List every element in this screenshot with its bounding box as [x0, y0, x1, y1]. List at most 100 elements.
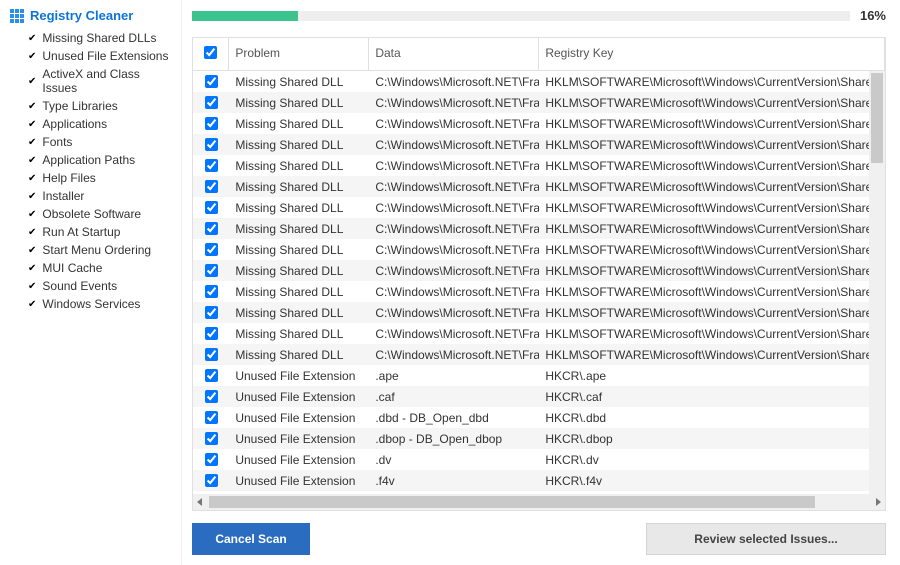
sidebar-item-label: Obsolete Software — [42, 207, 141, 221]
row-checkbox[interactable] — [205, 285, 218, 298]
cell-registry-key: HKLM\SOFTWARE\Microsoft\Windows\CurrentV… — [539, 222, 885, 236]
sidebar-item-label: Windows Services — [42, 297, 140, 311]
cell-problem: Unused File Extension — [229, 453, 369, 467]
cell-registry-key: HKLM\SOFTWARE\Microsoft\Windows\CurrentV… — [539, 306, 885, 320]
table-row[interactable]: Unused File Extension.dbd - DB_Open_dbdH… — [193, 407, 885, 428]
cell-problem: Unused File Extension — [229, 411, 369, 425]
check-icon: ✔ — [28, 191, 36, 202]
table-row[interactable]: Missing Shared DLLC:\Windows\Microsoft.N… — [193, 260, 885, 281]
horizontal-scrollbar[interactable] — [193, 494, 885, 510]
select-all-checkbox[interactable] — [204, 46, 217, 59]
registry-cleaner-icon — [10, 9, 24, 23]
sidebar-item[interactable]: ✔ Obsolete Software — [10, 205, 171, 223]
table-row[interactable]: Unused File Extension.cafHKCR\.caf — [193, 386, 885, 407]
row-checkbox[interactable] — [205, 159, 218, 172]
cell-data: C:\Windows\Microsoft.NET\Fra... — [369, 117, 539, 131]
table-row[interactable]: Missing Shared DLLC:\Windows\Microsoft.N… — [193, 71, 885, 92]
sidebar-item[interactable]: ✔Run At Startup — [10, 223, 171, 241]
table-row[interactable]: Missing Shared DLLC:\Windows\Microsoft.N… — [193, 218, 885, 239]
sidebar-item-label: Applications — [42, 117, 107, 131]
cell-registry-key: HKLM\SOFTWARE\Microsoft\Windows\CurrentV… — [539, 96, 885, 110]
sidebar-item[interactable]: ✔Missing Shared DLLs — [10, 29, 171, 47]
sidebar-item[interactable]: ✔Installer — [10, 187, 171, 205]
table-row[interactable]: Missing Shared DLLC:\Windows\Microsoft.N… — [193, 113, 885, 134]
sidebar-item[interactable]: ✔Type Libraries — [10, 97, 171, 115]
cell-data: C:\Windows\Microsoft.NET\Fra... — [369, 222, 539, 236]
header-data[interactable]: Data — [369, 38, 539, 70]
check-icon: ✔ — [28, 155, 36, 166]
table-row[interactable]: Missing Shared DLLC:\Windows\Microsoft.N… — [193, 176, 885, 197]
cell-problem: Unused File Extension — [229, 390, 369, 404]
sidebar-item[interactable]: ✔ Fonts — [10, 133, 171, 151]
vertical-scrollbar-thumb[interactable] — [871, 73, 883, 163]
table-row[interactable]: Missing Shared DLLC:\Windows\Microsoft.N… — [193, 197, 885, 218]
table-row[interactable]: Missing Shared DLLC:\Windows\Microsoft.N… — [193, 155, 885, 176]
row-checkbox[interactable] — [205, 222, 218, 235]
sidebar-item[interactable]: ✔Application Paths — [10, 151, 171, 169]
sidebar-item[interactable]: ✔Unused File Extensions — [10, 47, 171, 65]
sidebar-item-label: MUI Cache — [42, 261, 102, 275]
check-icon: ✔ — [28, 227, 36, 238]
cell-registry-key: HKLM\SOFTWARE\Microsoft\Windows\CurrentV… — [539, 264, 885, 278]
table-row[interactable]: Missing Shared DLLC:\Windows\Microsoft.N… — [193, 281, 885, 302]
check-icon: ✔ — [28, 137, 36, 148]
table-row[interactable]: Unused File Extension.apeHKCR\.ape — [193, 365, 885, 386]
row-checkbox[interactable] — [205, 390, 218, 403]
row-checkbox[interactable] — [205, 474, 218, 487]
sidebar-item[interactable]: ✔MUI Cache — [10, 259, 171, 277]
table-row[interactable]: Missing Shared DLLC:\Windows\Microsoft.N… — [193, 344, 885, 365]
row-checkbox[interactable] — [205, 180, 218, 193]
row-checkbox[interactable] — [205, 327, 218, 340]
sidebar-item[interactable]: ✔Sound Events — [10, 277, 171, 295]
check-icon: ✔ — [28, 173, 36, 184]
table-row[interactable]: Unused File Extension.dbop - DB_Open_dbo… — [193, 428, 885, 449]
row-checkbox[interactable] — [205, 432, 218, 445]
row-checkbox[interactable] — [205, 96, 218, 109]
header-registry-key[interactable]: Registry Key — [539, 38, 885, 70]
table-row[interactable]: Missing Shared DLLC:\Windows\Microsoft.N… — [193, 134, 885, 155]
cell-data: C:\Windows\Microsoft.NET\Fra... — [369, 180, 539, 194]
header-checkbox-cell[interactable] — [193, 38, 229, 70]
vertical-scrollbar[interactable] — [869, 71, 885, 494]
cell-problem: Missing Shared DLL — [229, 327, 369, 341]
cell-data: C:\Windows\Microsoft.NET\Fra... — [369, 348, 539, 362]
sidebar-item[interactable]: ✔Windows Services — [10, 295, 171, 313]
sidebar-item-label: Fonts — [42, 135, 72, 149]
cell-problem: Unused File Extension — [229, 432, 369, 446]
row-checkbox[interactable] — [205, 306, 218, 319]
table-body: Missing Shared DLLC:\Windows\Microsoft.N… — [193, 71, 885, 494]
table-row[interactable]: Unused File Extension.dvHKCR\.dv — [193, 449, 885, 470]
sidebar-item-label: Start Menu Ordering — [42, 243, 151, 257]
row-checkbox[interactable] — [205, 453, 218, 466]
sidebar-item[interactable]: ✔Help Files — [10, 169, 171, 187]
table-row[interactable]: Unused File Extension.f4vHKCR\.f4v — [193, 470, 885, 491]
row-checkbox[interactable] — [205, 411, 218, 424]
horizontal-scrollbar-thumb[interactable] — [209, 496, 815, 508]
row-checkbox[interactable] — [205, 201, 218, 214]
check-icon: ✔ — [28, 209, 36, 220]
sidebar-item[interactable]: ✔Applications — [10, 115, 171, 133]
cell-registry-key: HKCR\.ape — [539, 369, 885, 383]
row-checkbox[interactable] — [205, 138, 218, 151]
table-row[interactable]: Missing Shared DLLC:\Windows\Microsoft.N… — [193, 239, 885, 260]
table-row[interactable]: Missing Shared DLLC:\Windows\Microsoft.N… — [193, 92, 885, 113]
cell-problem: Unused File Extension — [229, 474, 369, 488]
row-checkbox[interactable] — [205, 369, 218, 382]
cancel-scan-button[interactable]: Cancel Scan — [192, 523, 309, 555]
row-checkbox[interactable] — [205, 75, 218, 88]
sidebar-title[interactable]: Registry Cleaner — [10, 8, 171, 23]
cell-registry-key: HKLM\SOFTWARE\Microsoft\Windows\CurrentV… — [539, 75, 885, 89]
row-checkbox[interactable] — [205, 348, 218, 361]
table-row[interactable]: Missing Shared DLLC:\Windows\Microsoft.N… — [193, 302, 885, 323]
cell-problem: Missing Shared DLL — [229, 96, 369, 110]
review-issues-button[interactable]: Review selected Issues... — [646, 523, 886, 555]
row-checkbox[interactable] — [205, 243, 218, 256]
header-problem[interactable]: Problem — [229, 38, 369, 70]
sidebar-item[interactable]: ✔Start Menu Ordering — [10, 241, 171, 259]
cell-registry-key: HKLM\SOFTWARE\Microsoft\Windows\CurrentV… — [539, 327, 885, 341]
check-icon: ✔ — [28, 76, 36, 87]
row-checkbox[interactable] — [205, 117, 218, 130]
table-row[interactable]: Missing Shared DLLC:\Windows\Microsoft.N… — [193, 323, 885, 344]
sidebar-item[interactable]: ✔ActiveX and Class Issues — [10, 65, 171, 97]
row-checkbox[interactable] — [205, 264, 218, 277]
